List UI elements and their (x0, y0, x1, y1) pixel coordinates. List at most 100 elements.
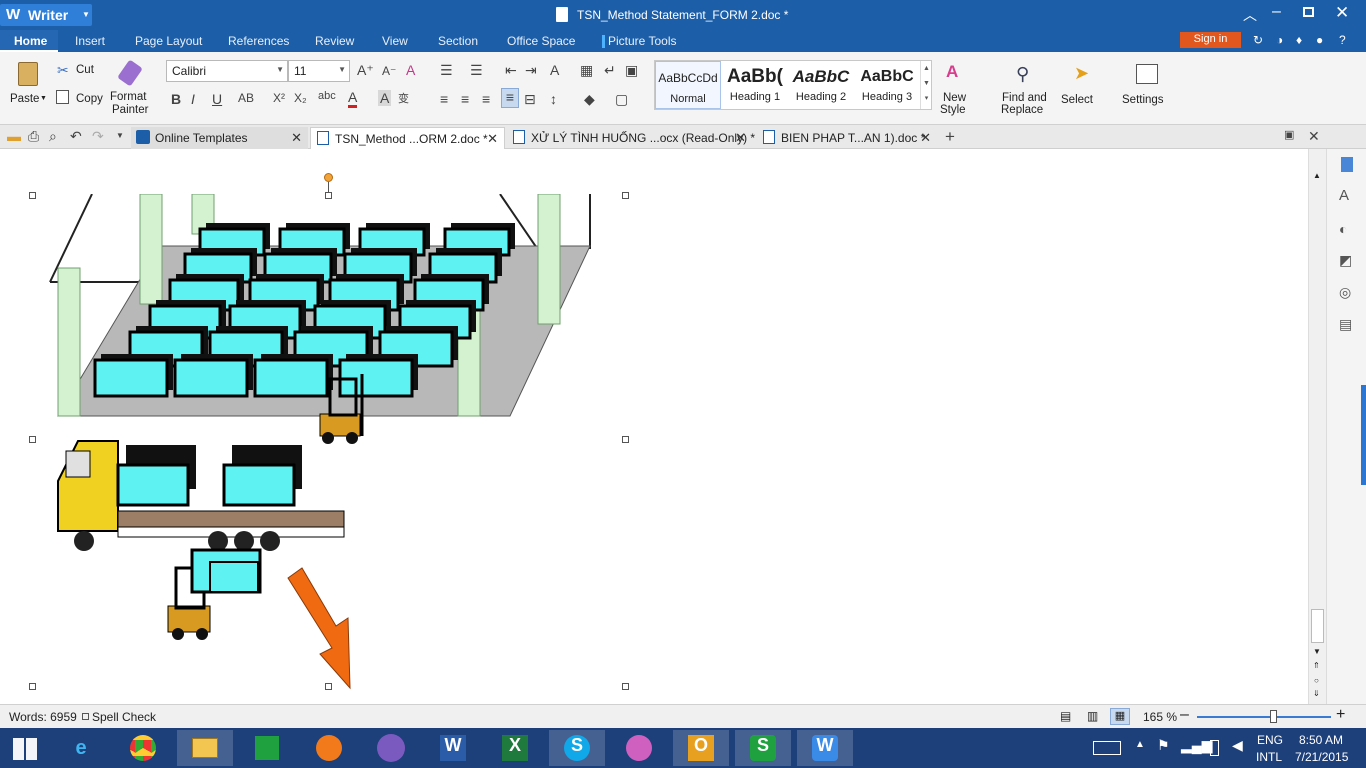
tab-review[interactable]: Review (315, 34, 354, 48)
align-right-icon[interactable]: ≡ (482, 91, 490, 107)
bold-icon[interactable]: B (171, 91, 181, 107)
decrease-indent-icon[interactable]: ⇤ (505, 62, 517, 79)
scroll-thumb[interactable] (1311, 609, 1324, 643)
page-view-icon[interactable]: ▤ (1060, 709, 1071, 723)
backup-icon[interactable]: ◎ (1339, 284, 1351, 301)
wps-writer-icon[interactable]: W (797, 730, 853, 766)
new-document-icon[interactable] (1341, 157, 1353, 172)
redo-icon[interactable]: ↷ (92, 128, 104, 145)
format-painter-button[interactable]: Format Painter (108, 59, 152, 120)
align-left-icon[interactable]: ≡ (440, 91, 448, 107)
zoom-level[interactable]: 165 % (1143, 710, 1177, 724)
volume-icon[interactable]: ◀ (1232, 737, 1243, 754)
clock-time[interactable]: 8:50 AM (1299, 733, 1343, 747)
tab-online-templates[interactable]: Online Templates ✕ (131, 127, 308, 149)
paste-button[interactable]: Paste ▼ (6, 57, 48, 117)
warehouse-illustration[interactable] (30, 194, 630, 694)
scissors-icon[interactable]: ✂ (57, 62, 69, 79)
tab-picture-tools[interactable]: Picture Tools (608, 34, 676, 48)
close-icon[interactable]: ✕ (291, 130, 302, 146)
file-explorer-icon[interactable] (177, 730, 233, 766)
zoom-out-icon[interactable]: – (1180, 706, 1189, 724)
table-icon[interactable]: ▦ (580, 62, 593, 79)
spell-check-toggle[interactable]: Spell Check (92, 710, 156, 724)
subscript-icon[interactable]: X₂ (294, 91, 307, 105)
print-icon[interactable]: ⎙ (28, 128, 39, 145)
tab-office-space[interactable]: Office Space (507, 34, 575, 48)
language-indicator[interactable]: ENG (1257, 733, 1283, 747)
tab-view[interactable]: View (382, 34, 408, 48)
highlight-icon[interactable]: A (378, 90, 392, 106)
keyboard-icon[interactable] (1093, 741, 1121, 755)
print-preview-icon[interactable]: ⌕ (49, 128, 57, 145)
outline-view-icon[interactable]: ▥ (1087, 709, 1098, 723)
align-center-icon[interactable]: ≡ (461, 91, 469, 107)
web-view-icon[interactable]: ▦ (1110, 708, 1130, 725)
undo-icon[interactable]: ↶ (70, 128, 82, 145)
bullets-icon[interactable]: ☰ (440, 62, 453, 79)
store-icon[interactable] (239, 730, 295, 766)
tab-page-layout[interactable]: Page Layout (135, 34, 202, 48)
zoom-slider-track[interactable] (1197, 716, 1331, 718)
restore-doc-icon[interactable]: ▣ (1284, 128, 1294, 141)
select-button[interactable]: ➤ Select (1058, 58, 1104, 120)
close-button[interactable]: ✕ (1335, 3, 1349, 23)
viber-icon[interactable] (363, 730, 419, 766)
zoom-in-icon[interactable]: + (1336, 706, 1345, 724)
flag-icon[interactable]: ⚑ (1157, 737, 1170, 754)
next-page-icon[interactable]: ⇓ (1313, 689, 1320, 698)
style-heading-2[interactable]: AaBbC Heading 2 (788, 61, 854, 109)
scroll-up-icon[interactable]: ▲ (1313, 171, 1321, 180)
shrink-font-icon[interactable]: A⁻ (382, 64, 396, 78)
help-icon[interactable]: ? (1339, 33, 1346, 47)
close-doc-icon[interactable]: ✕ (1308, 128, 1320, 145)
select-pane-icon[interactable]: ◩ (1339, 252, 1352, 269)
line-spacing-icon[interactable]: ↕ (550, 91, 557, 107)
sign-in-button[interactable]: Sign in (1180, 32, 1241, 48)
doc-lock-icon[interactable]: ▤ (1339, 316, 1352, 333)
clear-format-icon[interactable]: A (406, 62, 415, 78)
chrome-icon[interactable] (115, 730, 171, 766)
show-marks-icon[interactable]: ↵ (604, 62, 616, 79)
checkbox-icon[interactable] (82, 713, 89, 720)
pane-expand-handle[interactable] (1361, 385, 1366, 485)
font-size-select[interactable]: 11 ▼ (288, 60, 350, 82)
tab-references[interactable]: References (228, 34, 289, 48)
close-icon[interactable]: ✕ (487, 131, 498, 147)
outlook-icon[interactable]: O (673, 730, 729, 766)
style-heading-3[interactable]: AaBbC Heading 3 (854, 61, 920, 109)
shirt-icon[interactable]: ♦ (1296, 33, 1302, 47)
app-menu-button[interactable]: W Writer ▼ (0, 4, 92, 26)
open-icon[interactable]: ▬ (7, 128, 21, 144)
vertical-scrollbar[interactable]: ▲ ▼ ⇑ ○ ⇓ (1308, 149, 1326, 704)
excel-icon[interactable]: X (487, 730, 543, 766)
text-direction-icon[interactable]: A (550, 62, 559, 78)
collapse-ribbon-icon[interactable]: ︿ (1243, 5, 1257, 25)
style-normal[interactable]: AaBbCcDd Normal (655, 61, 721, 109)
strikethrough-icon[interactable]: AB (238, 91, 254, 105)
browse-object-icon[interactable]: ○ (1314, 676, 1319, 685)
find-replace-button[interactable]: ⚲ Find and Replace (1000, 58, 1056, 120)
prev-page-icon[interactable]: ⇑ (1313, 661, 1320, 670)
wps-spreadsheet-icon[interactable]: S (735, 730, 791, 766)
network-icon[interactable]: ▂▄▆ (1181, 737, 1212, 754)
numbering-icon[interactable]: ☰ (470, 62, 483, 79)
styles-scroll[interactable]: ▲ ▼ ▾ (920, 61, 932, 109)
ie-icon[interactable]: e (53, 730, 109, 766)
language-layout[interactable]: INTL (1256, 750, 1282, 764)
word-count[interactable]: Words: 6959 (9, 710, 77, 724)
distribute-icon[interactable]: ⊟ (524, 91, 536, 108)
tab-bien-phap[interactable]: BIEN PHAP T...AN 1).doc * ✕ (757, 127, 937, 149)
clock-date[interactable]: 7/21/2015 (1295, 750, 1348, 764)
font-color-icon[interactable]: A (348, 89, 358, 108)
user-icon[interactable]: ● (1316, 33, 1323, 47)
tab-home[interactable]: Home (0, 30, 58, 52)
phonetic-icon[interactable]: abc (318, 90, 336, 102)
start-windows-icon[interactable] (13, 738, 37, 760)
font-name-select[interactable]: Calibri ▼ (166, 60, 288, 82)
justify-icon[interactable]: ≡ (501, 88, 519, 108)
yahoo-messenger-icon[interactable] (611, 730, 667, 766)
tab-xu-ly[interactable]: XỬ LÝ TÌNH HUỐNG ...ocx (Read-Only) * ✕ (507, 127, 755, 149)
cut-button[interactable]: Cut (76, 64, 94, 76)
sync-icon[interactable]: ↻ (1253, 33, 1263, 47)
